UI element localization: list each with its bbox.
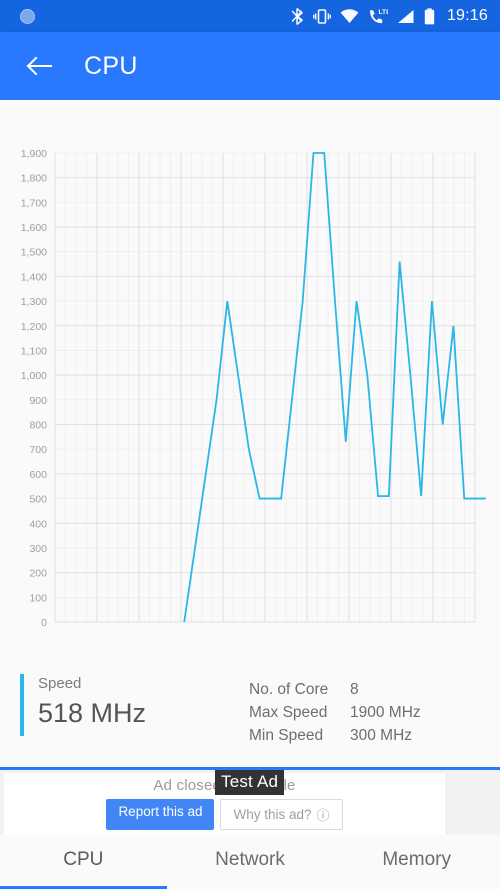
app-bar: CPU (0, 32, 500, 100)
speed-label: Speed (38, 675, 82, 692)
cpu-speed-line (183, 152, 486, 623)
stat-row-min-speed: Min Speed 300 MHz (249, 724, 421, 747)
why-this-ad-button[interactable]: Why this ad? ⓘ (220, 799, 343, 830)
status-bar-clock: 19:16 (446, 7, 488, 24)
svg-text:900: 900 (29, 395, 47, 407)
info-panel: Speed 518 MHz No. of Core 8 Max Speed 19… (0, 660, 500, 765)
back-button[interactable] (22, 49, 56, 83)
stat-key-core: No. of Core (249, 681, 329, 698)
svg-text:200: 200 (29, 568, 47, 580)
vibrate-icon (312, 8, 331, 24)
cpu-chart-svg: 0 100 200 300 400 500 600 700 800 900 1,000 1,100 1,… (21, 148, 486, 629)
svg-text:1,200: 1,200 (21, 321, 47, 333)
svg-text:1,000: 1,000 (21, 370, 47, 382)
status-bar-left (20, 8, 35, 24)
svg-text:100: 100 (29, 592, 47, 604)
svg-text:1,500: 1,500 (21, 247, 47, 259)
report-this-ad-button[interactable]: Report this ad (106, 799, 215, 830)
status-bar: LTE 19:16 (0, 0, 500, 32)
bluetooth-icon (291, 7, 304, 25)
cellular-signal-icon (397, 9, 414, 23)
svg-text:1,800: 1,800 (21, 173, 47, 185)
status-bar-right: LTE 19:16 (291, 7, 488, 25)
svg-text:300: 300 (29, 543, 47, 555)
svg-text:LTE: LTE (378, 9, 388, 16)
stat-row-max-speed: Max Speed 1900 MHz (249, 701, 421, 724)
stat-value-max-speed: 1900 MHz (350, 704, 421, 721)
back-arrow-icon (26, 56, 52, 76)
battery-icon (424, 7, 435, 24)
ad-buttons: Report this ad Why this ad? ⓘ (106, 799, 343, 830)
why-this-ad-label: Why this ad? (233, 807, 312, 822)
svg-text:500: 500 (29, 494, 47, 506)
cpu-monitor-screen: LTE 19:16 CPU 0 100 200 300 400 500 600 700 800 9… (0, 0, 500, 889)
stat-key-max-speed: Max Speed (249, 704, 328, 721)
bottom-tab-bar: CPU Network Memory (0, 835, 500, 889)
stat-key-min-speed: Min Speed (249, 727, 324, 744)
page-title: CPU (84, 51, 138, 80)
current-speed-block: Speed 518 MHz (20, 674, 146, 736)
lte-call-icon: LTE (369, 9, 388, 23)
info-icon: ⓘ (316, 808, 330, 823)
svg-text:1,600: 1,600 (21, 222, 47, 234)
cpu-stats: No. of Core 8 Max Speed 1900 MHz Min Spe… (249, 678, 421, 747)
speed-value: 518 MHz (38, 698, 147, 728)
tab-cpu[interactable]: CPU (0, 835, 167, 889)
svg-text:600: 600 (29, 469, 47, 481)
svg-text:700: 700 (29, 444, 47, 456)
svg-text:1,300: 1,300 (21, 296, 47, 308)
svg-text:1,400: 1,400 (21, 271, 47, 283)
svg-text:800: 800 (29, 420, 47, 432)
svg-text:1,100: 1,100 (21, 345, 47, 357)
stat-row-core: No. of Core 8 (249, 678, 421, 701)
chart-y-axis-labels: 0 100 200 300 400 500 600 700 800 900 1,000 1,100 1,… (21, 148, 47, 629)
svg-text:1,700: 1,700 (21, 197, 47, 209)
tab-memory[interactable]: Memory (333, 835, 500, 889)
test-ad-badge: Test Ad (215, 770, 285, 795)
cpu-chart: 0 100 200 300 400 500 600 700 800 900 1,000 1,100 1,… (0, 100, 500, 655)
stat-value-min-speed: 300 MHz (350, 727, 413, 744)
stat-value-core: 8 (350, 681, 359, 698)
sync-circle-icon (20, 8, 35, 24)
svg-text:0: 0 (41, 617, 47, 629)
svg-text:1,900: 1,900 (21, 148, 47, 160)
tab-network[interactable]: Network (167, 835, 334, 889)
wifi-icon (340, 8, 359, 23)
svg-text:400: 400 (29, 518, 47, 530)
